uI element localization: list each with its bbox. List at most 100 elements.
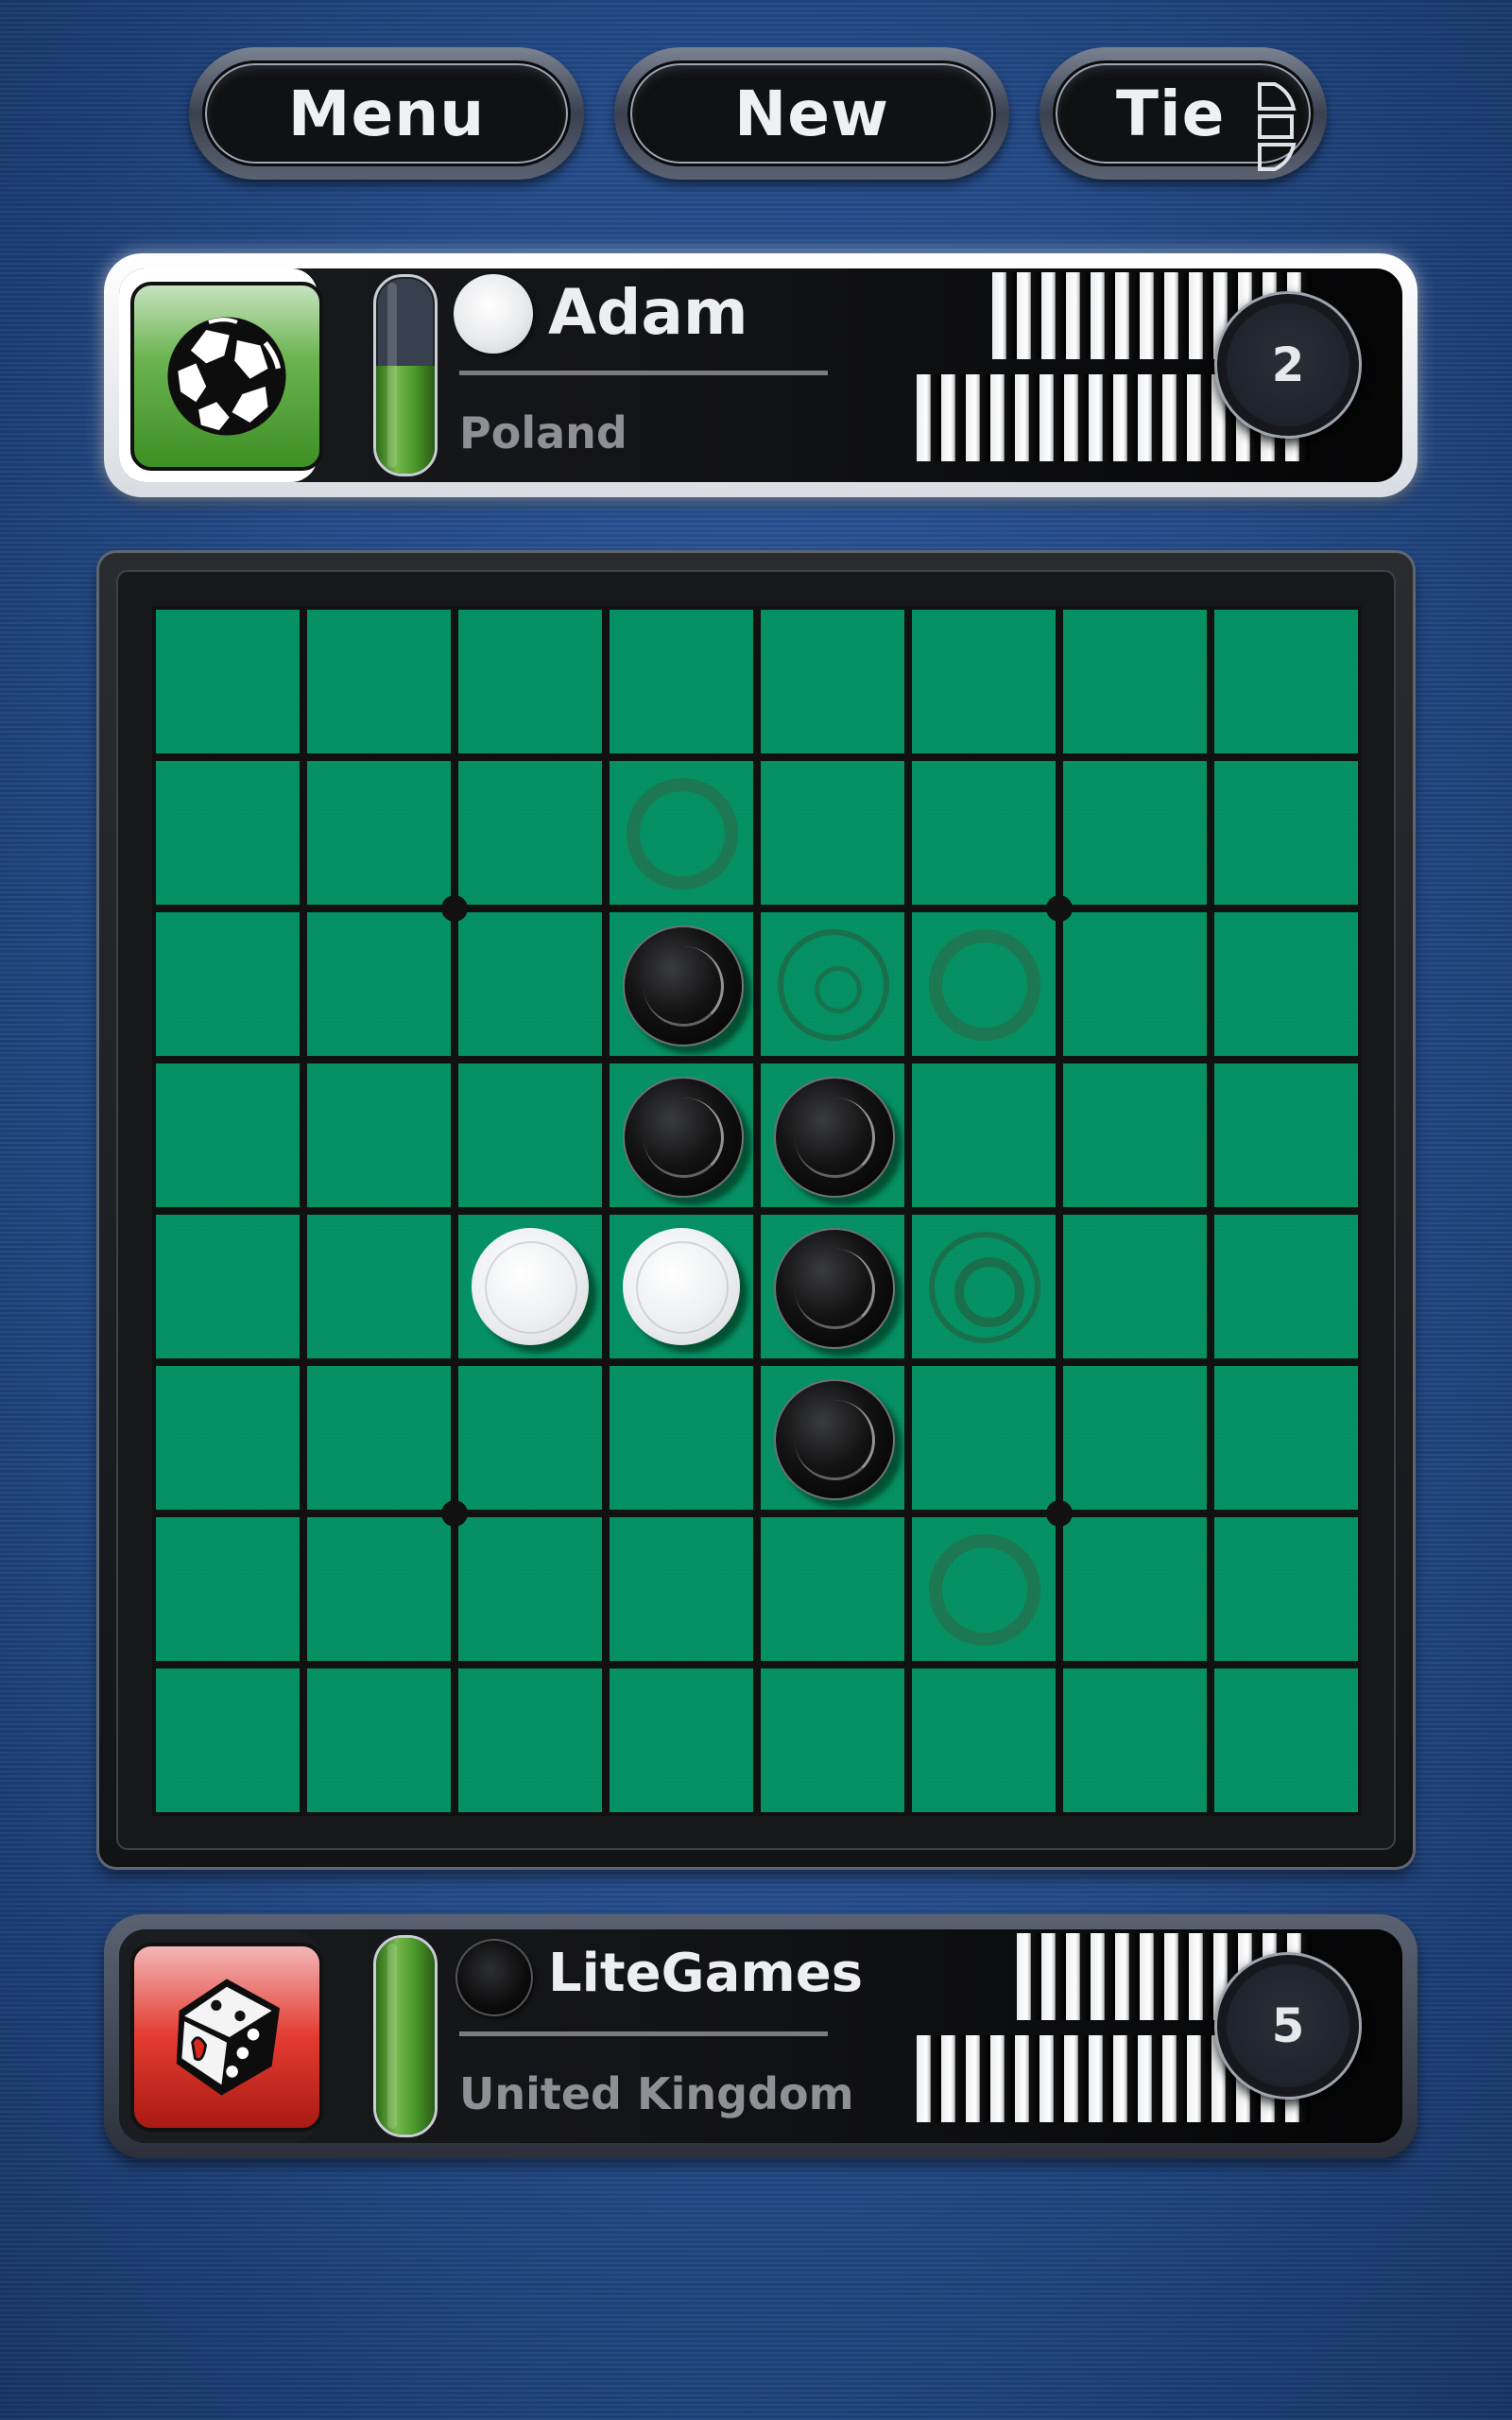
board-cell-r7c1[interactable] xyxy=(303,1665,455,1816)
board-cell-r3c5[interactable] xyxy=(908,1060,1059,1211)
board-cell-r2c3[interactable] xyxy=(606,908,757,1060)
board-cell-r7c5[interactable] xyxy=(908,1665,1059,1816)
game-board[interactable] xyxy=(152,606,1362,1816)
board-cell-r7c7[interactable] xyxy=(1211,1665,1362,1816)
board-cell-r0c5[interactable] xyxy=(908,606,1059,757)
player-panel-adam: Adam Poland 2 xyxy=(104,253,1418,497)
board-cell-r1c4[interactable] xyxy=(757,757,908,908)
player-name: Adam xyxy=(548,276,748,349)
turn-timer-meter xyxy=(373,1935,438,2137)
star-point xyxy=(1046,895,1073,922)
star-point xyxy=(1046,1500,1073,1527)
board-cell-r3c6[interactable] xyxy=(1059,1060,1211,1211)
board-cell-r6c5[interactable] xyxy=(908,1513,1059,1665)
board-cell-r5c2[interactable] xyxy=(455,1362,606,1513)
board-cell-r3c1[interactable] xyxy=(303,1060,455,1211)
soccer-ball-icon xyxy=(167,317,286,436)
board-cell-r2c5[interactable] xyxy=(908,908,1059,1060)
move-hint-target-icon[interactable] xyxy=(929,1232,1040,1343)
menu-button-label: Menu xyxy=(202,60,571,166)
board-cell-r2c6[interactable] xyxy=(1059,908,1211,1060)
player-avatar[interactable] xyxy=(130,1943,323,2132)
board-cell-r5c1[interactable] xyxy=(303,1362,455,1513)
board-cell-r2c0[interactable] xyxy=(152,908,303,1060)
tie-button-label: Tie xyxy=(1116,77,1226,150)
board-cell-r0c0[interactable] xyxy=(152,606,303,757)
board-cell-r3c0[interactable] xyxy=(152,1060,303,1211)
board-cell-r7c0[interactable] xyxy=(152,1665,303,1816)
divider xyxy=(459,371,828,375)
new-game-button[interactable]: New xyxy=(614,47,1009,180)
board-cell-r5c5[interactable] xyxy=(908,1362,1059,1513)
board-cell-r6c7[interactable] xyxy=(1211,1513,1362,1665)
black-disc-icon xyxy=(455,1939,533,2016)
player-country: United Kingdom xyxy=(459,2068,854,2119)
board-cell-r1c0[interactable] xyxy=(152,757,303,908)
board-cell-r7c2[interactable] xyxy=(455,1665,606,1816)
board-cell-r4c1[interactable] xyxy=(303,1211,455,1362)
board-cell-r0c3[interactable] xyxy=(606,606,757,757)
divider xyxy=(459,2031,828,2036)
board-cell-r7c3[interactable] xyxy=(606,1665,757,1816)
board-cell-r1c2[interactable] xyxy=(455,757,606,908)
board-cell-r5c3[interactable] xyxy=(606,1362,757,1513)
white-disc-icon xyxy=(454,274,533,354)
board-cell-r2c1[interactable] xyxy=(303,908,455,1060)
board-cell-r4c4[interactable] xyxy=(757,1211,908,1362)
valid-move-hint-icon[interactable] xyxy=(929,1534,1040,1646)
board-cell-r5c7[interactable] xyxy=(1211,1362,1362,1513)
tie-button[interactable]: Tie xyxy=(1040,47,1327,180)
menu-button[interactable]: Menu xyxy=(189,47,584,180)
valid-move-hint-icon[interactable] xyxy=(929,929,1040,1041)
board-cell-r5c4[interactable] xyxy=(757,1362,908,1513)
board-cell-r1c3[interactable] xyxy=(606,757,757,908)
board-cell-r2c2[interactable] xyxy=(455,908,606,1060)
board-cell-r3c2[interactable] xyxy=(455,1060,606,1211)
score-badge: 2 xyxy=(1214,291,1362,439)
board-cell-r5c0[interactable] xyxy=(152,1362,303,1513)
board-cell-r7c4[interactable] xyxy=(757,1665,908,1816)
black-disc xyxy=(623,925,744,1046)
board-cell-r2c7[interactable] xyxy=(1211,908,1362,1060)
star-point xyxy=(441,895,468,922)
turn-timer-fill xyxy=(376,365,435,474)
board-cell-r6c4[interactable] xyxy=(757,1513,908,1665)
board-cell-r6c3[interactable] xyxy=(606,1513,757,1665)
star-point xyxy=(441,1500,468,1527)
move-hint-target-icon[interactable] xyxy=(778,929,889,1041)
board-cell-r3c4[interactable] xyxy=(757,1060,908,1211)
board-cell-r6c2[interactable] xyxy=(455,1513,606,1665)
player-panel-litegames: LiteGames United Kingdom 5 xyxy=(104,1914,1418,2158)
board-cell-r0c6[interactable] xyxy=(1059,606,1211,757)
board-cell-r5c6[interactable] xyxy=(1059,1362,1211,1513)
new-game-button-label: New xyxy=(627,60,996,166)
board-cell-r0c1[interactable] xyxy=(303,606,455,757)
turn-timer-meter xyxy=(373,274,438,476)
board-cell-r0c7[interactable] xyxy=(1211,606,1362,757)
board-cell-r6c0[interactable] xyxy=(152,1513,303,1665)
player-country: Poland xyxy=(459,407,627,458)
board-cell-r1c7[interactable] xyxy=(1211,757,1362,908)
board-cell-r1c6[interactable] xyxy=(1059,757,1211,908)
board-cell-r1c5[interactable] xyxy=(908,757,1059,908)
board-cell-r0c4[interactable] xyxy=(757,606,908,757)
board-cell-r6c6[interactable] xyxy=(1059,1513,1211,1665)
board-cell-r4c2[interactable] xyxy=(455,1211,606,1362)
board-cell-r7c6[interactable] xyxy=(1059,1665,1211,1816)
board-cell-r3c7[interactable] xyxy=(1211,1060,1362,1211)
board-cell-r4c6[interactable] xyxy=(1059,1211,1211,1362)
board-cell-r3c3[interactable] xyxy=(606,1060,757,1211)
scoreboard-icon xyxy=(1258,82,1297,171)
black-disc xyxy=(623,1077,744,1198)
board-cell-r2c4[interactable] xyxy=(757,908,908,1060)
player-avatar[interactable] xyxy=(130,282,323,471)
valid-move-hint-icon[interactable] xyxy=(627,778,738,890)
board-cell-r4c7[interactable] xyxy=(1211,1211,1362,1362)
board-cell-r1c1[interactable] xyxy=(303,757,455,908)
board-cell-r0c2[interactable] xyxy=(455,606,606,757)
board-cell-r6c1[interactable] xyxy=(303,1513,455,1665)
board-cell-r4c3[interactable] xyxy=(606,1211,757,1362)
black-disc xyxy=(774,1228,895,1349)
board-cell-r4c0[interactable] xyxy=(152,1211,303,1362)
board-cell-r4c5[interactable] xyxy=(908,1211,1059,1362)
